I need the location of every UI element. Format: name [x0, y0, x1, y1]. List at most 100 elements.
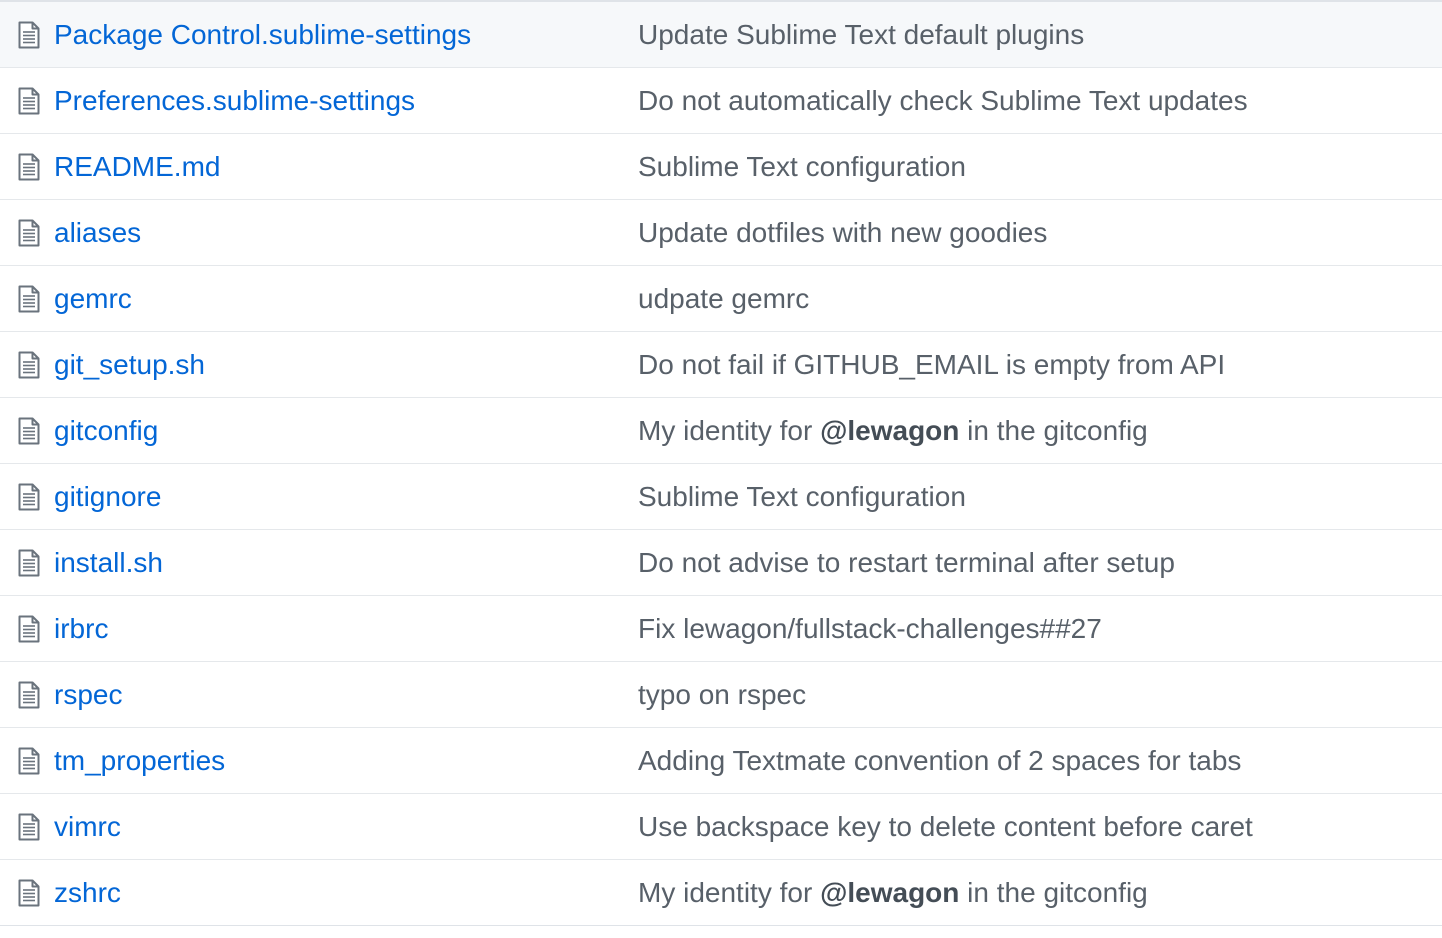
commit-message[interactable]: My identity for @lewagon in the gitconfi… — [638, 877, 1442, 909]
commit-message-text: udpate gemrc — [638, 282, 810, 314]
commit-message-text-after: in the gitconfig — [959, 876, 1148, 908]
file-icon — [18, 351, 40, 379]
file-row[interactable]: install.sh Do not advise to restart term… — [0, 529, 1442, 595]
file-name-cell: Preferences.sublime-settings — [54, 85, 638, 117]
file-icon — [18, 153, 40, 181]
file-row[interactable]: Preferences.sublime-settings Do not auto… — [0, 67, 1442, 133]
file-icon — [18, 285, 40, 313]
commit-message-text: Adding Textmate convention of 2 spaces f… — [638, 744, 1242, 776]
commit-message[interactable]: Sublime Text configuration — [638, 481, 1442, 513]
file-name-cell: Package Control.sublime-settings — [54, 19, 638, 51]
file-row[interactable]: aliases Update dotfiles with new goodies — [0, 199, 1442, 265]
file-row[interactable]: tm_properties Adding Textmate convention… — [0, 727, 1442, 793]
commit-message[interactable]: Use backspace key to delete content befo… — [638, 811, 1442, 843]
commit-message-mention[interactable]: @lewagon — [820, 415, 959, 446]
file-name-cell: install.sh — [54, 547, 638, 579]
file-name-link[interactable]: vimrc — [54, 811, 121, 842]
commit-message[interactable]: Adding Textmate convention of 2 spaces f… — [638, 745, 1442, 777]
file-row[interactable]: Package Control.sublime-settings Update … — [0, 2, 1442, 67]
commit-message-text: Use backspace key to delete content befo… — [638, 810, 1253, 842]
file-row[interactable]: README.md Sublime Text configuration — [0, 133, 1442, 199]
commit-message-text: Fix lewagon/fullstack-challenges##27 — [638, 612, 1102, 644]
file-name-cell: irbrc — [54, 613, 638, 645]
commit-message-text-after: in the gitconfig — [959, 414, 1148, 446]
file-name-link[interactable]: gitignore — [54, 481, 161, 512]
file-icon-cell — [0, 879, 54, 907]
file-icon-cell — [0, 747, 54, 775]
file-row[interactable]: rspec typo on rspec — [0, 661, 1442, 727]
commit-message[interactable]: Do not automatically check Sublime Text … — [638, 85, 1442, 117]
file-name-cell: gitignore — [54, 481, 638, 513]
file-icon-cell — [0, 549, 54, 577]
file-name-cell: gitconfig — [54, 415, 638, 447]
commit-message[interactable]: typo on rspec — [638, 679, 1442, 711]
file-name-link[interactable]: README.md — [54, 151, 220, 182]
file-row[interactable]: zshrc My identity for @lewagon in the gi… — [0, 859, 1442, 925]
commit-message-text: My identity for — [638, 414, 821, 446]
commit-message-text: typo on rspec — [638, 678, 807, 710]
file-name-link[interactable]: zshrc — [54, 877, 121, 908]
file-name-link[interactable]: irbrc — [54, 613, 108, 644]
file-icon — [18, 747, 40, 775]
file-icon-cell — [0, 483, 54, 511]
file-icon-cell — [0, 681, 54, 709]
file-name-cell: vimrc — [54, 811, 638, 843]
file-icon-cell — [0, 351, 54, 379]
file-name-link[interactable]: gitconfig — [54, 415, 158, 446]
file-icon — [18, 21, 40, 49]
file-name-link[interactable]: rspec — [54, 679, 122, 710]
file-icon — [18, 549, 40, 577]
file-icon-cell — [0, 285, 54, 313]
file-name-cell: zshrc — [54, 877, 638, 909]
file-row[interactable]: vimrc Use backspace key to delete conten… — [0, 793, 1442, 859]
file-row[interactable]: gitconfig My identity for @lewagon in th… — [0, 397, 1442, 463]
commit-message-mention[interactable]: @lewagon — [820, 877, 959, 908]
file-name-link[interactable]: tm_properties — [54, 745, 225, 776]
commit-message-text: Do not automatically check Sublime Text … — [638, 84, 1248, 116]
commit-message-text: Do not fail if GITHUB_EMAIL is empty fro… — [638, 348, 1226, 380]
file-name-cell: README.md — [54, 151, 638, 183]
commit-message-text: Do not advise to restart terminal after … — [638, 546, 1175, 578]
file-name-link[interactable]: aliases — [54, 217, 141, 248]
commit-message-text: Update dotfiles with new goodies — [638, 216, 1048, 248]
file-name-cell: git_setup.sh — [54, 349, 638, 381]
file-list: Package Control.sublime-settings Update … — [0, 0, 1442, 926]
commit-message[interactable]: Update Sublime Text default plugins — [638, 19, 1442, 51]
file-row[interactable]: irbrc Fix lewagon/fullstack-challenges##… — [0, 595, 1442, 661]
file-icon — [18, 483, 40, 511]
file-row[interactable]: gitignore Sublime Text configuration — [0, 463, 1442, 529]
file-icon — [18, 615, 40, 643]
commit-message[interactable]: udpate gemrc — [638, 283, 1442, 315]
commit-message[interactable]: My identity for @lewagon in the gitconfi… — [638, 415, 1442, 447]
file-name-cell: gemrc — [54, 283, 638, 315]
file-icon-cell — [0, 615, 54, 643]
commit-message[interactable]: Fix lewagon/fullstack-challenges##27 — [638, 613, 1442, 645]
file-row[interactable]: git_setup.sh Do not fail if GITHUB_EMAIL… — [0, 331, 1442, 397]
file-name-cell: tm_properties — [54, 745, 638, 777]
file-icon — [18, 879, 40, 907]
file-name-link[interactable]: gemrc — [54, 283, 132, 314]
file-icon — [18, 681, 40, 709]
file-icon-cell — [0, 153, 54, 181]
commit-message[interactable]: Do not advise to restart terminal after … — [638, 547, 1442, 579]
commit-message-text: Sublime Text configuration — [638, 480, 966, 512]
commit-message[interactable]: Do not fail if GITHUB_EMAIL is empty fro… — [638, 349, 1442, 381]
file-icon-cell — [0, 21, 54, 49]
file-name-link[interactable]: git_setup.sh — [54, 349, 205, 380]
file-name-cell: rspec — [54, 679, 638, 711]
file-name-link[interactable]: Package Control.sublime-settings — [54, 19, 471, 50]
file-icon — [18, 417, 40, 445]
file-icon-cell — [0, 87, 54, 115]
file-name-link[interactable]: install.sh — [54, 547, 163, 578]
file-icon-cell — [0, 417, 54, 445]
commit-message-text: My identity for — [638, 876, 821, 908]
file-icon-cell — [0, 813, 54, 841]
commit-message[interactable]: Update dotfiles with new goodies — [638, 217, 1442, 249]
file-icon — [18, 219, 40, 247]
file-icon — [18, 813, 40, 841]
commit-message-text: Sublime Text configuration — [638, 150, 966, 182]
commit-message[interactable]: Sublime Text configuration — [638, 151, 1442, 183]
file-name-link[interactable]: Preferences.sublime-settings — [54, 85, 415, 116]
file-icon — [18, 87, 40, 115]
file-row[interactable]: gemrc udpate gemrc — [0, 265, 1442, 331]
